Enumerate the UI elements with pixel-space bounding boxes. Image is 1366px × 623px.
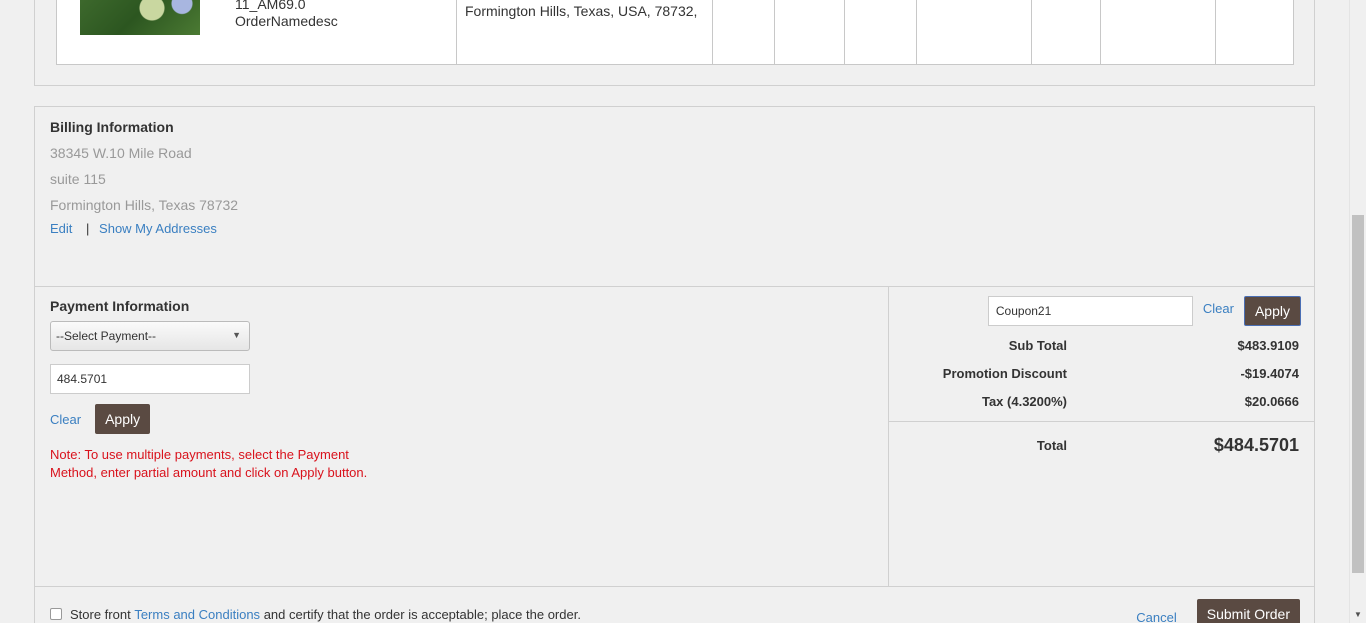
scrollbar-thumb[interactable] <box>1352 215 1364 573</box>
show-my-addresses-link[interactable]: Show My Addresses <box>99 221 217 236</box>
footer-actions: Cancel Submit Order <box>1136 599 1300 623</box>
checkout-panel: Billing Information 38345 W.10 Mile Road… <box>34 106 1315 623</box>
shipping-address: Formington Hills, Texas, USA, 78732, <box>465 3 698 19</box>
subtotal-row: Sub Total $483.9109 <box>889 338 1299 353</box>
tax-label: Tax (4.3200%) <box>981 394 1067 409</box>
billing-address-line1: 38345 W.10 Mile Road <box>50 145 192 161</box>
product-code: 11_AM69.0 <box>235 0 306 12</box>
multiple-payments-note: Note: To use multiple payments, select t… <box>50 447 368 480</box>
total-label: Total <box>1036 438 1067 453</box>
payment-apply-button[interactable]: Apply <box>95 404 151 434</box>
scroll-down-arrow-icon[interactable]: ▼ <box>1354 610 1362 619</box>
link-separator: | <box>86 221 90 236</box>
payment-section: Payment Information --Select Payment-- ▼… <box>50 298 850 482</box>
terms-suffix: and certify that the order is acceptable… <box>263 606 581 622</box>
billing-section: Billing Information 38345 W.10 Mile Road… <box>50 119 238 236</box>
order-items-table: 11_AM69.0 OrderNamedesc Formington Hills… <box>56 0 1294 65</box>
total-value: $484.5701 <box>1213 435 1299 455</box>
subtotal-value: $483.9109 <box>1237 338 1299 353</box>
vertical-scrollbar[interactable]: ▼ <box>1349 0 1366 623</box>
order-footer: Store front Terms and Conditions and cer… <box>50 599 1300 623</box>
subtotal-label: Sub Total <box>1008 338 1067 353</box>
summary-divider <box>889 421 1315 422</box>
billing-city-state-zip: Formington Hills, Texas 78732 <box>50 197 239 213</box>
product-info: 11_AM69.0 OrderNamedesc <box>235 0 338 30</box>
payment-method-select[interactable]: --Select Payment-- ▼ <box>50 321 250 351</box>
cancel-link[interactable]: Cancel <box>1136 610 1176 623</box>
order-panel: 11_AM69.0 OrderNamedesc Formington Hills… <box>34 0 1315 86</box>
table-cell <box>1032 0 1101 64</box>
payment-amount-input[interactable] <box>50 364 250 394</box>
payment-clear-link[interactable]: Clear <box>50 412 81 427</box>
table-cell <box>845 0 917 64</box>
tax-row: Tax (4.3200%) $20.0666 <box>889 394 1299 409</box>
promotion-discount-label: Promotion Discount <box>942 366 1067 381</box>
submit-order-button[interactable]: Submit Order <box>1196 599 1300 623</box>
order-summary: Clear Apply Sub Total $483.9109 Promotio… <box>889 287 1315 586</box>
tax-value: $20.0666 <box>1244 394 1299 409</box>
footer-divider <box>35 586 1314 587</box>
coupon-row: Clear Apply <box>987 296 1301 326</box>
table-cell <box>713 0 775 64</box>
table-cell <box>775 0 845 64</box>
coupon-clear-link[interactable]: Clear <box>1203 301 1234 316</box>
total-row: Total $484.5701 <box>889 435 1299 456</box>
coupon-apply-button[interactable]: Apply <box>1243 296 1301 326</box>
product-thumbnail <box>80 0 200 35</box>
billing-title: Billing Information <box>50 119 174 135</box>
dropdown-arrow-icon: ▼ <box>232 330 241 340</box>
payment-title: Payment Information <box>50 298 190 314</box>
table-cell <box>1101 0 1216 64</box>
terms-checkbox[interactable] <box>50 608 62 620</box>
table-cell <box>917 0 1032 64</box>
edit-billing-link[interactable]: Edit <box>50 221 72 236</box>
terms-prefix: Store front <box>70 606 131 622</box>
product-name: OrderNamedesc <box>235 13 338 29</box>
promotion-discount-value: -$19.4074 <box>1240 366 1299 381</box>
table-cell-product: 11_AM69.0 OrderNamedesc <box>57 0 457 64</box>
payment-select-value: --Select Payment-- <box>56 329 157 343</box>
table-cell-address: Formington Hills, Texas, USA, 78732, <box>457 0 713 64</box>
promotion-discount-row: Promotion Discount -$19.4074 <box>889 366 1299 381</box>
payment-actions: Clear Apply <box>50 404 850 434</box>
coupon-input[interactable] <box>987 296 1193 326</box>
billing-address-line2: suite 115 <box>50 171 106 187</box>
terms-and-conditions-link[interactable]: Terms and Conditions <box>134 607 260 622</box>
billing-links: Edit | Show My Addresses <box>50 221 238 236</box>
